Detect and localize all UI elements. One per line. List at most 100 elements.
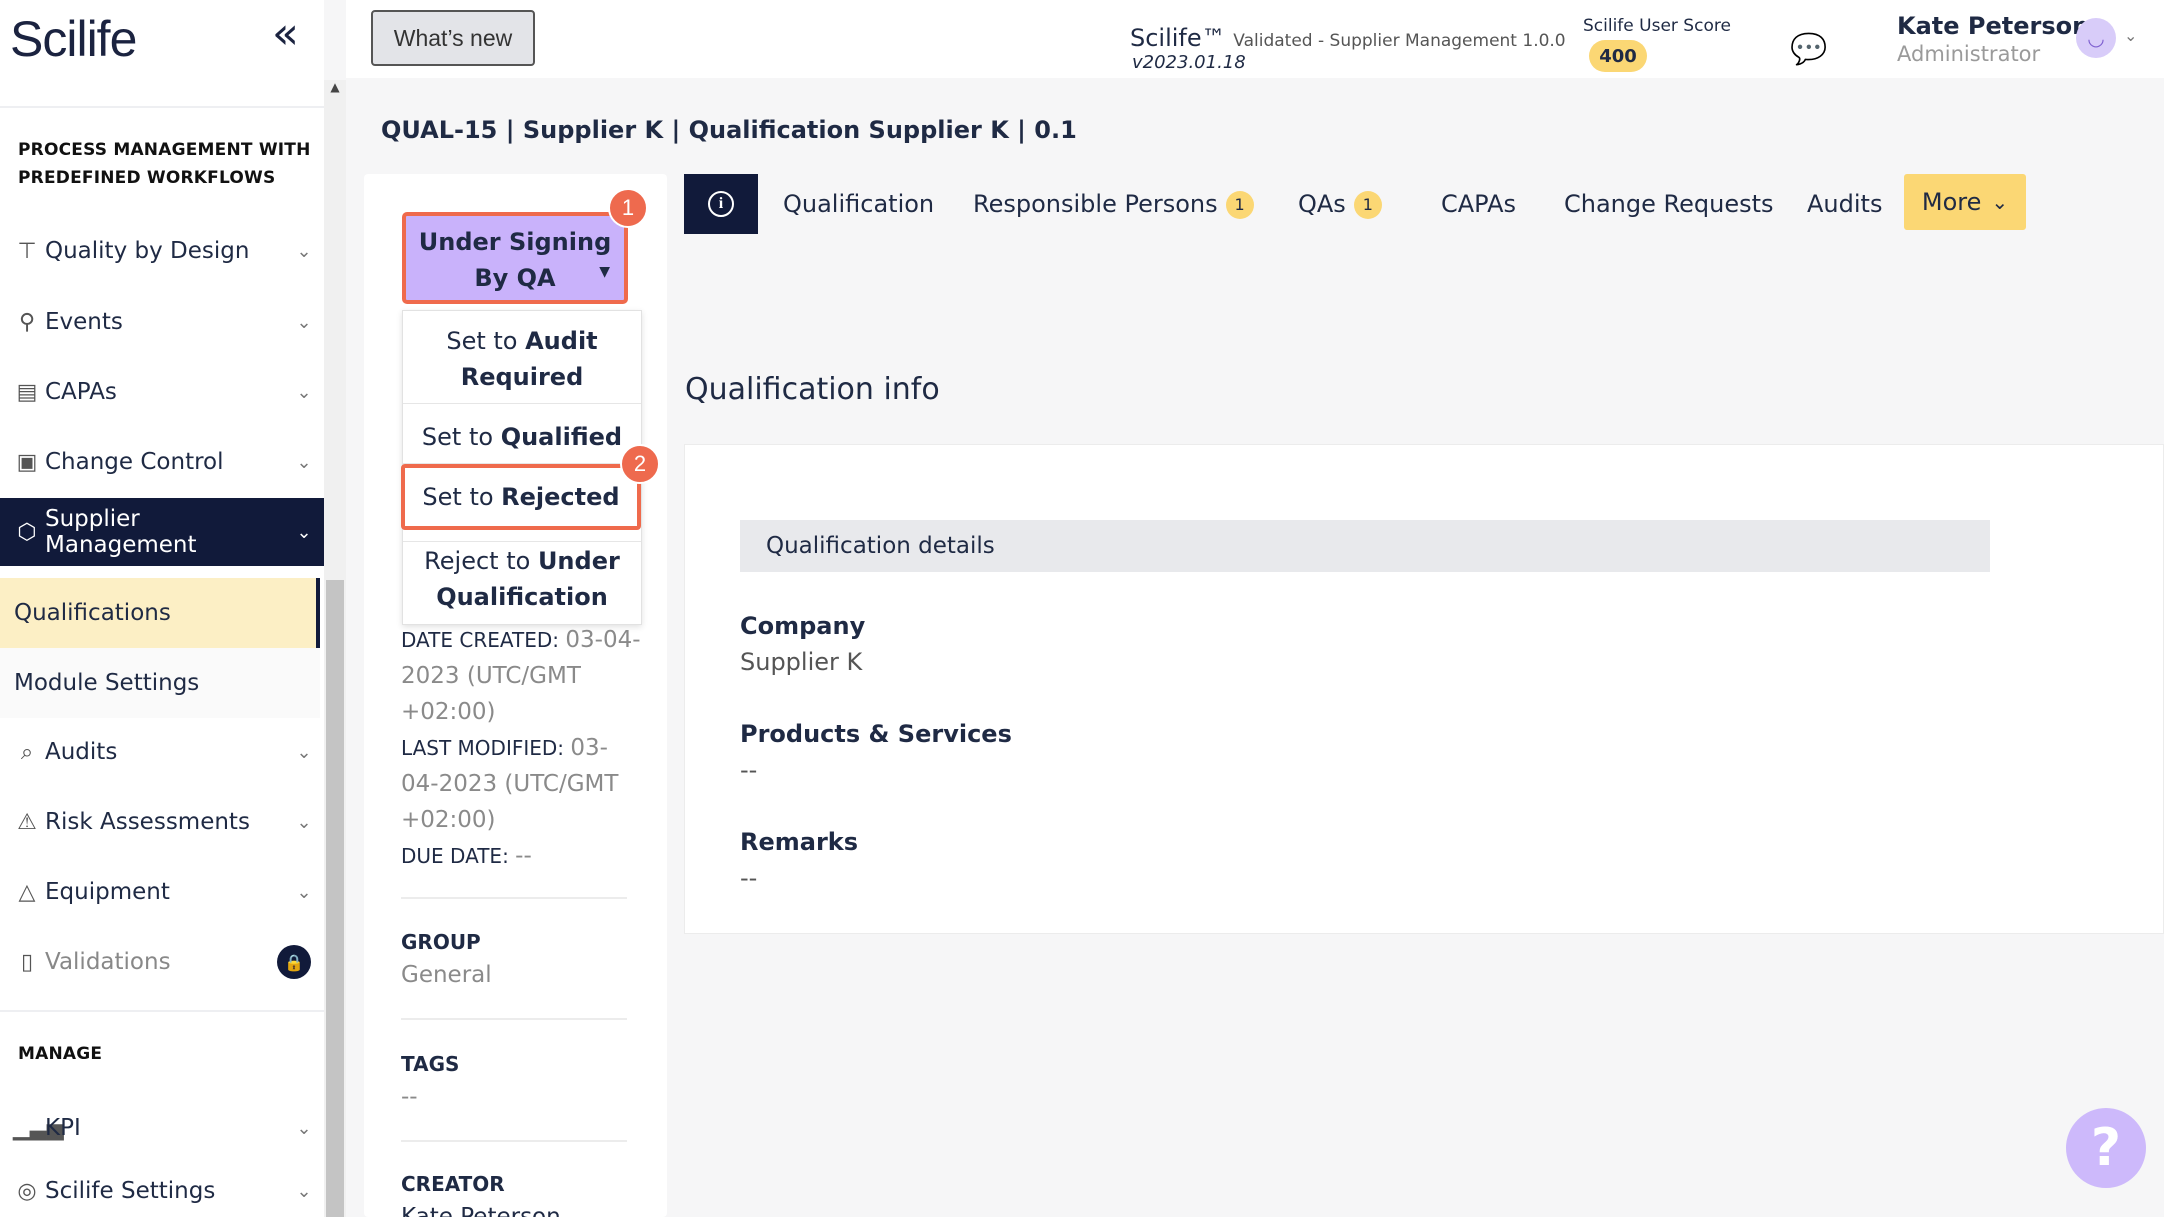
count-badge: 1 [1353, 191, 1382, 219]
tab-capas[interactable]: CAPAs [1441, 190, 1516, 218]
sidebar-item-kpi[interactable]: ▁▃▅ KPI ⌄ [0, 1096, 324, 1160]
sidebar-item-change-control[interactable]: ▣ Change Control ⌄ [0, 430, 324, 494]
sidebar-item-label: Risk Assessments [45, 809, 250, 835]
sidebar-item-label: Scilife Settings [45, 1178, 216, 1204]
user-role: Administrator [1897, 42, 2041, 66]
step-badge-1: 1 [608, 188, 648, 228]
due-date-label: DUE DATE: [401, 844, 516, 868]
products-value: -- [740, 756, 758, 784]
chevron-down-icon: ⌄ [1991, 190, 2009, 214]
menu-item-label: Set to Rejected [405, 479, 637, 515]
group-label: GROUP [401, 930, 481, 954]
chevron-down-icon: ⌄ [296, 1180, 312, 1202]
divider [0, 106, 324, 108]
caret-down-icon: ▼ [599, 264, 610, 280]
more-label: More [1921, 188, 1982, 216]
tab-more-button[interactable]: More ⌄ [1904, 174, 2026, 230]
pin-icon: ⚲ [18, 309, 36, 335]
menu-item-target: Rejected [501, 483, 620, 511]
status-line-1: Under Signing [418, 228, 612, 256]
chart-icon: ▤ [16, 379, 38, 405]
section-title: Qualification info [685, 372, 940, 407]
tab-qualification[interactable]: Qualification [783, 190, 934, 218]
tab-audits[interactable]: Audits [1807, 190, 1882, 218]
sidebar-item-label: Audits [45, 739, 118, 765]
company-label: Company [740, 612, 866, 640]
page-title: QUAL-15 | Supplier K | Qualification Sup… [381, 116, 1077, 144]
sidebar-subitem-module-settings[interactable]: Module Settings [0, 648, 320, 718]
avatar[interactable]: ◡ [2076, 18, 2116, 58]
signpost-icon: ⊤ [17, 238, 37, 264]
menu-item-set-qualified[interactable]: Set to Qualified [403, 419, 641, 455]
collapse-sidebar-icon[interactable]: « [272, 12, 299, 56]
bars-icon: ▁▃▅ [13, 1115, 64, 1141]
sidebar-item-scilife-settings[interactable]: ◎ Scilife Settings ⌄ [0, 1165, 324, 1217]
tab-label: QAs [1298, 190, 1346, 218]
due-date: DUE DATE: -- [401, 838, 641, 874]
sidebar-item-label: Events [45, 309, 123, 335]
sidebar-item-label: Quality by Design [45, 238, 250, 264]
user-menu-chevron-icon[interactable]: ⌄ [2124, 26, 2137, 45]
menu-item-set-rejected[interactable]: Set to Rejected [401, 464, 641, 530]
sidebar-item-label: CAPAs [45, 379, 117, 405]
chevron-down-icon: ⌄ [296, 240, 312, 262]
menu-item-reject-to-under-qualification[interactable]: Reject to Under Qualification [403, 543, 641, 615]
sidebar-subitem-qualifications[interactable]: Qualifications [0, 578, 320, 648]
menu-divider [403, 403, 641, 404]
tab-responsible-persons[interactable]: Responsible Persons 1 [973, 190, 1254, 219]
sidebar-item-capas[interactable]: ▤ CAPAs ⌄ [0, 360, 324, 424]
date-created: DATE CREATED: 03-04-2023 (UTC/GMT +02:00… [401, 622, 641, 730]
divider [0, 1010, 324, 1012]
settings-icon: ◎ [17, 1178, 37, 1204]
whats-new-button[interactable]: What’s new [371, 10, 535, 66]
menu-divider [403, 541, 641, 542]
sidebar-item-label: KPI [45, 1115, 81, 1141]
menu-item-prefix: Set to [446, 327, 526, 355]
tab-qas[interactable]: QAs 1 [1298, 190, 1382, 219]
chevron-down-icon: ⌄ [296, 381, 312, 403]
menu-item-target: Qualified [500, 423, 623, 451]
scroll-up-arrow-icon[interactable]: ▲ [326, 80, 344, 100]
remarks-value: -- [740, 864, 758, 892]
details-header: Qualification details [740, 520, 1990, 572]
menu-item-set-audit-required[interactable]: Set to Audit Required [403, 323, 641, 395]
status-dropdown-button[interactable]: Under Signing By QA ▼ [402, 212, 628, 304]
count-badge: 1 [1225, 191, 1254, 219]
menu-item-prefix: Set to [422, 483, 502, 511]
chevron-down-icon: ⌄ [296, 451, 312, 473]
sidebar-item-events[interactable]: ⚲ Events ⌄ [0, 290, 324, 354]
section-manage: MANAGE [18, 1044, 103, 1064]
sidebar-item-audits[interactable]: ⌕ Audits ⌄ [0, 720, 324, 784]
sidebar-scrollbar-thumb[interactable] [326, 580, 344, 1217]
box-icon: ⬡ [17, 519, 37, 545]
last-modified: LAST MODIFIED: 03-04-2023 (UTC/GMT +02:0… [401, 730, 641, 838]
clipboard-icon: ▯ [20, 949, 34, 975]
help-button[interactable]: ? [2066, 1108, 2146, 1188]
sidebar-item-label: Validations [45, 949, 171, 975]
sidebar-item-supplier-management[interactable]: ⬡ Supplier Management ⌄ [0, 498, 324, 566]
section-process-management: PROCESS MANAGEMENT WITH PREDEFINED WORKF… [18, 140, 311, 188]
audit-icon: ⌕ [20, 739, 34, 765]
creator-label: CREATOR [401, 1172, 505, 1196]
chevron-down-icon: ⌄ [296, 881, 312, 903]
chat-feedback-icon[interactable]: 💬 [1790, 32, 1827, 67]
sidebar-item-validations[interactable]: ▯ Validations 🔒 [0, 930, 324, 994]
app-name: Scilife™ [1130, 24, 1226, 52]
remarks-label: Remarks [740, 828, 859, 856]
tags-label: TAGS [401, 1052, 460, 1076]
menu-item-prefix: Set to [421, 423, 501, 451]
due-date-value: -- [515, 843, 532, 869]
sidebar-item-risk-assessments[interactable]: ⚠ Risk Assessments ⌄ [0, 790, 324, 854]
chevron-down-icon: ⌄ [296, 1117, 312, 1139]
tab-info[interactable]: i [684, 174, 758, 234]
tab-change-requests[interactable]: Change Requests [1564, 190, 1774, 218]
user-name[interactable]: Kate Peterson [1897, 12, 2089, 40]
chevron-down-icon: ⌄ [296, 741, 312, 763]
warning-icon: ⚠ [17, 809, 37, 835]
sidebar-item-quality-by-design[interactable]: ⊤ Quality by Design ⌄ [0, 219, 324, 283]
scilife-logo[interactable]: Scilife [10, 10, 137, 68]
user-score-badge: 400 [1589, 40, 1647, 72]
products-label: Products & Services [740, 720, 1012, 748]
sidebar-item-equipment[interactable]: △ Equipment ⌄ [0, 860, 324, 924]
chevron-down-icon: ⌄ [296, 811, 312, 833]
